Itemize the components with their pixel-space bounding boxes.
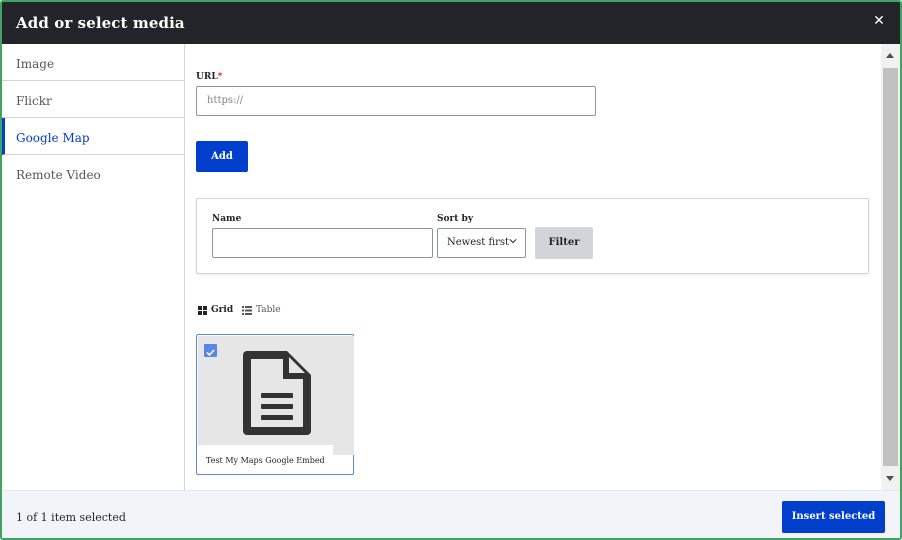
add-button[interactable]: Add — [196, 141, 248, 172]
scrollbar-thumb[interactable] — [883, 68, 898, 466]
checkbox-checked-icon[interactable] — [204, 344, 217, 357]
sort-by-label: Sort by — [437, 214, 474, 224]
filter-panel: Name Sort by Newest first Filter — [196, 198, 869, 274]
grid-view-link[interactable]: Grid — [198, 305, 233, 315]
selection-count: 1 of 1 item selected — [16, 511, 126, 524]
name-filter-label: Name — [212, 214, 242, 224]
required-marker: * — [217, 72, 223, 82]
sort-by-value: Newest first — [447, 237, 510, 248]
list-icon — [242, 305, 252, 315]
tab-google-map[interactable]: Google Map — [2, 118, 184, 155]
url-input[interactable]: https:// — [196, 86, 596, 116]
sort-by-select[interactable]: Newest first — [437, 228, 526, 258]
dialog-titlebar: Add or select media ✕ — [2, 2, 900, 44]
dialog-title: Add or select media — [16, 14, 185, 32]
dialog-footer: 1 of 1 item selected Insert selected — [2, 490, 900, 538]
media-item-card[interactable]: Test My Maps Google Embed — [196, 334, 354, 475]
media-library-content: URL* https:// Add Name Sort by Newest fi… — [186, 44, 881, 490]
insert-selected-button[interactable]: Insert selected — [782, 501, 885, 533]
grid-icon — [198, 305, 207, 315]
filter-button[interactable]: Filter — [535, 227, 593, 259]
chevron-down-icon — [509, 239, 517, 244]
close-icon[interactable]: ✕ — [872, 14, 886, 28]
scroll-up-arrow-icon[interactable] — [886, 53, 894, 58]
document-icon — [243, 351, 311, 435]
tab-flickr[interactable]: Flickr — [2, 81, 184, 118]
table-view-link[interactable]: Table — [242, 305, 281, 315]
tab-image[interactable]: Image — [2, 44, 184, 81]
media-library-dialog: Add or select media ✕ Image Flickr Googl… — [0, 0, 902, 540]
media-type-tabs: Image Flickr Google Map Remote Video — [2, 44, 185, 490]
table-view-label: Table — [256, 305, 281, 315]
media-item-name: Test My Maps Google Embed — [198, 445, 333, 474]
tab-remote-video[interactable]: Remote Video — [2, 155, 184, 192]
url-label-text: URL — [196, 72, 218, 82]
url-field-label: URL* — [196, 72, 222, 82]
grid-view-label: Grid — [211, 305, 234, 315]
name-filter-input[interactable] — [212, 228, 433, 258]
scroll-down-arrow-icon[interactable] — [886, 476, 894, 481]
vertical-scrollbar[interactable] — [881, 44, 900, 490]
